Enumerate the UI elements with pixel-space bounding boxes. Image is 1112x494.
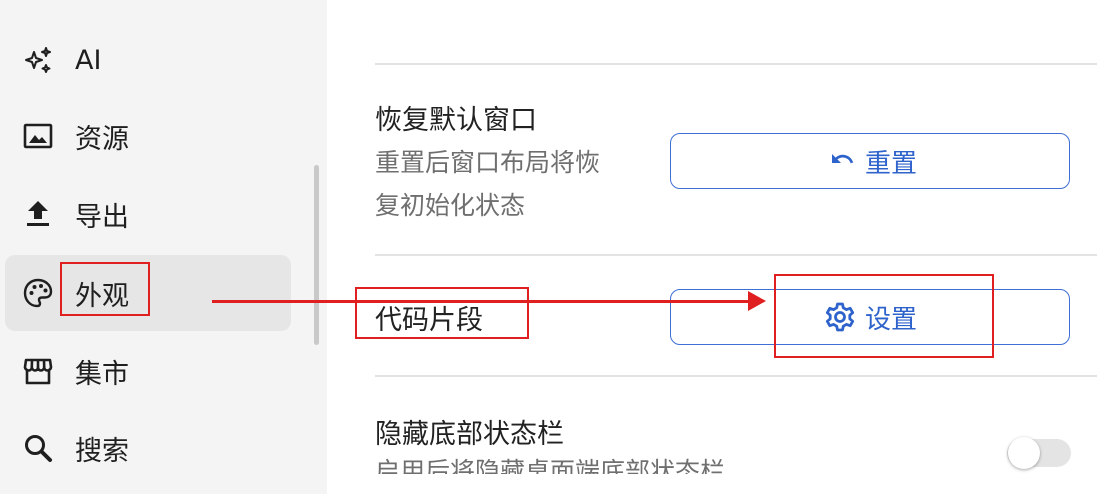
sidebar-item-resources[interactable]: 资源: [5, 98, 291, 174]
hide-status-bar-toggle[interactable]: [1007, 437, 1071, 469]
description-line: 复初始化状态: [375, 191, 526, 220]
reset-button[interactable]: 重置: [670, 133, 1070, 189]
sidebar-scrollbar[interactable]: [314, 165, 319, 345]
sidebar-item-search[interactable]: 搜索: [5, 410, 291, 486]
settings-panel: 恢复默认窗口 重置后窗口布局将恢 复初始化状态 重置 代码片段 设置 隐藏底部状…: [327, 0, 1112, 494]
app-window: AI 资源 导出 外观 集市 搜索 恢复默认窗口 重置后窗口布局将恢 复初始化状…: [0, 0, 1112, 494]
annotation-box-code-snippets: [355, 287, 529, 339]
reset-window-description: 重置后窗口布局将恢 复初始化状态: [375, 141, 645, 227]
toggle-knob: [1008, 437, 1040, 469]
sidebar-item-label: 集市: [75, 358, 129, 390]
hide-status-bar-description: 启用后将隐藏桌面端底部状态栏: [375, 458, 775, 474]
sidebar-item-label: 资源: [75, 123, 129, 155]
reset-window-title: 恢复默认窗口: [375, 105, 537, 136]
divider: [375, 254, 1097, 256]
description-line: 启用后将隐藏桌面端底部状态栏: [375, 458, 726, 474]
annotation-arrowhead: [748, 291, 766, 311]
store-icon: [21, 354, 55, 388]
hide-status-bar-title: 隐藏底部状态栏: [375, 419, 564, 450]
search-icon: [21, 431, 55, 465]
reset-button-label: 重置: [864, 148, 917, 179]
sidebar-item-ai[interactable]: AI: [5, 22, 291, 98]
undo-icon: [823, 144, 857, 178]
sidebar: AI 资源 导出 外观 集市 搜索: [0, 0, 327, 494]
divider: [375, 63, 1097, 65]
sidebar-item-export[interactable]: 导出: [5, 176, 291, 252]
image-icon: [21, 119, 55, 153]
palette-icon: [21, 276, 55, 310]
description-line: 重置后窗口布局将恢: [375, 148, 601, 177]
sidebar-item-label: 导出: [75, 201, 129, 233]
sidebar-item-label: 搜索: [75, 435, 129, 467]
sidebar-item-label: AI: [75, 44, 102, 76]
annotation-box-settings-button: [774, 274, 994, 358]
annotation-box-appearance: [60, 262, 150, 316]
sparkle-icon: [21, 43, 55, 77]
sidebar-item-marketplace[interactable]: 集市: [5, 333, 291, 409]
upload-icon: [21, 197, 55, 231]
annotation-arrow-line: [212, 300, 750, 303]
divider: [375, 375, 1097, 377]
